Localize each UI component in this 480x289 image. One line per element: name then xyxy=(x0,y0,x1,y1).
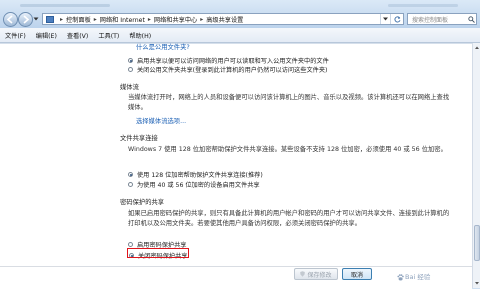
radio-button[interactable] xyxy=(128,242,133,247)
radio-button[interactable] xyxy=(128,172,133,177)
breadcrumb-control-panel[interactable]: 控制面板 xyxy=(66,15,91,24)
file-sharing-connections-heading: 文件共享连接 xyxy=(120,135,158,142)
refresh-icon xyxy=(393,15,400,22)
window-titlebar: ▸ 控制面板 ▸ 网络和 Internet ▸ 网络和共享中心 ▸ 高级共享设置… xyxy=(0,0,480,28)
footer-divider xyxy=(0,266,472,267)
scroll-down-icon[interactable] xyxy=(474,280,480,286)
breadcrumb-separator-icon[interactable]: ▸ xyxy=(200,16,203,23)
paw-logo-icon xyxy=(397,273,404,280)
media-streaming-description: 当媒体流打开时，网络上的人员和设备便可以访问该计算机上的图片、音乐以及视频。该计… xyxy=(128,94,450,111)
radio-button[interactable] xyxy=(128,182,133,187)
menu-view[interactable]: 查看(V) xyxy=(62,31,93,40)
blurred-title-region-right xyxy=(388,2,458,10)
settings-content: 什么是公用文件夹? 启用共享以便可以访问网络的用户可以读取和写入公用文件夹中的文… xyxy=(0,43,472,289)
breadcrumb-separator-icon[interactable]: ▸ xyxy=(148,16,151,23)
breadcrumb-separator-icon[interactable]: ▸ xyxy=(60,16,63,23)
radio-button[interactable] xyxy=(128,67,133,72)
breadcrumb-network-internet[interactable]: 网络和 Internet xyxy=(100,15,145,24)
encryption-40-56-option[interactable]: 为使用 40 或 56 位加密的设备启用文件共享 xyxy=(128,180,260,189)
password-sharing-heading: 密码保护的共享 xyxy=(120,199,165,206)
media-streaming-heading: 媒体流 xyxy=(120,84,139,91)
red-highlight-box xyxy=(127,248,189,258)
refresh-button[interactable] xyxy=(390,14,403,24)
menu-edit[interactable]: 编辑(E) xyxy=(31,31,62,40)
breadcrumb: ▸ 控制面板 ▸ 网络和 Internet ▸ 网络和共享中心 ▸ 高级共享设置 xyxy=(57,15,243,24)
address-bar[interactable]: ▸ 控制面板 ▸ 网络和 Internet ▸ 网络和共享中心 ▸ 高级共享设置 xyxy=(42,13,404,25)
menu-bar: 文件(F) 编辑(E) 查看(V) 工具(T) 帮助(H) xyxy=(0,28,480,43)
arrow-right-icon xyxy=(23,15,30,24)
blurred-title-region xyxy=(20,2,110,10)
baidu-jingyan-watermark: Bai 经验 xyxy=(397,271,430,281)
back-button[interactable] xyxy=(3,12,18,27)
public-folder-off-option[interactable]: 关闭公用文件夹共享(登录到此计算机的用户仍然可以访问这些文件夹) xyxy=(128,65,327,74)
scrollbar-thumb[interactable] xyxy=(474,225,480,261)
uac-shield-icon xyxy=(300,271,306,277)
breadcrumb-separator-icon[interactable]: ▸ xyxy=(94,16,97,23)
breadcrumb-network-sharing-center[interactable]: 网络和共享中心 xyxy=(154,15,197,24)
password-sharing-description: 如果已启用密码保护的共享，则只有具备此计算机的用户帐户和密码的用户才可以访问共享… xyxy=(128,210,450,227)
recent-pages-dropdown-icon[interactable] xyxy=(33,16,39,22)
file-sharing-description: Windows 7 使用 128 位加密帮助保护文件共享连接。某些设备不支持 1… xyxy=(128,146,447,153)
chevron-down-icon xyxy=(383,17,388,21)
radio-button[interactable] xyxy=(128,58,133,63)
menu-tools[interactable]: 工具(T) xyxy=(93,31,124,40)
vertical-scrollbar[interactable] xyxy=(472,43,480,288)
choose-media-streaming-link[interactable]: 选择媒体流选项... xyxy=(136,116,186,125)
cancel-button[interactable]: 取消 xyxy=(342,268,372,280)
search-box[interactable]: 搜索控制面板 xyxy=(407,13,477,25)
scroll-up-icon[interactable] xyxy=(474,45,480,51)
search-input[interactable]: 搜索控制面板 xyxy=(408,15,466,24)
save-changes-button[interactable]: 保存修改 xyxy=(294,268,338,280)
breadcrumb-advanced-sharing[interactable]: 高级共享设置 xyxy=(206,15,243,24)
arrow-left-icon xyxy=(6,15,13,24)
menu-help[interactable]: 帮助(H) xyxy=(124,31,156,40)
what-are-public-folders-link[interactable]: 什么是公用文件夹? xyxy=(136,42,190,51)
control-panel-icon xyxy=(46,15,54,23)
public-folder-on-option[interactable]: 启用共享以便可以访问网络的用户可以读取和写入公用文件夹中的文件 xyxy=(128,56,329,65)
search-icon[interactable] xyxy=(466,15,476,23)
menu-file[interactable]: 文件(F) xyxy=(0,31,31,40)
address-dropdown-button[interactable] xyxy=(380,14,390,24)
forward-button[interactable] xyxy=(18,12,33,27)
encryption-128-option[interactable]: 使用 128 位加密帮助保护文件共享连接(推荐) xyxy=(128,170,263,179)
